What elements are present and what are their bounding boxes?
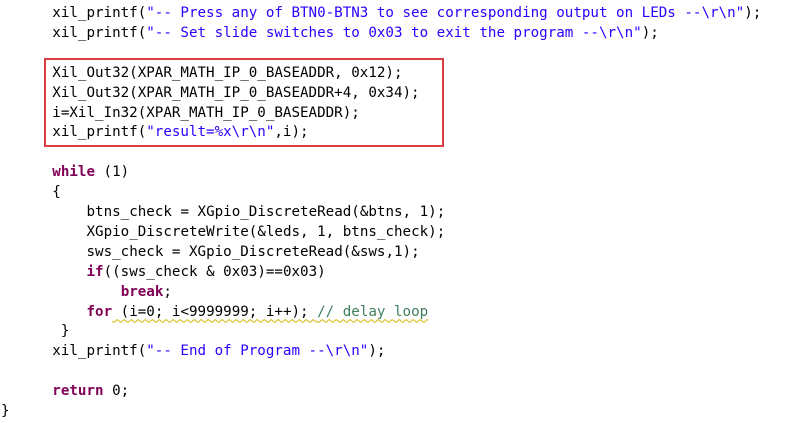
keyword-token: return: [52, 383, 104, 400]
code-token: 0;: [103, 383, 130, 400]
code-token: ((sws_check & 0x03)==0x03): [103, 263, 326, 280]
code-line[interactable]: XGpio_DiscreteWrite(&leds, 1, btns_check…: [87, 222, 446, 242]
code-token: sws_check = XGpio_DiscreteRead(&sws,1);: [86, 243, 420, 260]
code-line[interactable]: break;: [121, 282, 172, 302]
code-token: );: [744, 5, 762, 21]
code-line[interactable]: i=Xil_In32(XPAR_MATH_IP_0_BASEADDR);: [52, 103, 360, 123]
code-line[interactable]: xil_printf("-- Press any of BTN0-BTN3 to…: [52, 3, 761, 23]
code-token: XGpio_DiscreteWrite(&leds, 1, btns_check…: [86, 223, 446, 240]
code-line[interactable]: xil_printf("-- End of Program --\r\n");: [52, 341, 385, 361]
keyword-token: while: [52, 164, 96, 181]
code-line[interactable]: if((sws_check & 0x03)==0x03): [87, 262, 326, 282]
code-line[interactable]: btns_check = XGpio_DiscreteRead(&btns, 1…: [87, 202, 446, 222]
code-line[interactable]: }: [1, 401, 10, 421]
code-token: btns_check = XGpio_DiscreteRead(&btns, 1…: [86, 204, 446, 220]
code-token: xil_printf(: [52, 5, 147, 21]
code-editor[interactable]: xil_printf("-- Press any of BTN0-BTN3 to…: [0, 0, 802, 423]
code-token: xil_printf(: [52, 343, 147, 360]
code-line[interactable]: for (i=0; i<9999999; i++); // delay loop: [87, 302, 429, 322]
keyword-token: break: [120, 283, 164, 300]
code-token: }: [1, 403, 10, 419]
code-line[interactable]: {: [52, 182, 61, 202]
code-token: (i=0; i<9999999; i++);: [112, 303, 318, 320]
code-token: }: [60, 323, 70, 340]
keyword-token: for: [86, 303, 113, 320]
code-token: xil_printf(: [52, 124, 147, 141]
code-line[interactable]: xil_printf("result=%x\r\n",i);: [52, 122, 308, 142]
code-token: Xil_Out32(XPAR_MATH_IP_0_BASEADDR+4, 0x3…: [52, 84, 420, 101]
string-token: "-- End of Program --\r\n": [146, 343, 369, 360]
string-token: "-- Set slide switches to 0x03 to exit t…: [146, 24, 642, 41]
code-line[interactable]: return 0;: [52, 381, 129, 401]
string-token: "result=%x\r\n": [146, 124, 275, 141]
code-token: {: [52, 184, 61, 201]
code-token: i=Xil_In32(XPAR_MATH_IP_0_BASEADDR);: [52, 104, 360, 121]
code-token: xil_printf(: [52, 24, 147, 41]
code-token: );: [641, 24, 659, 41]
code-token: ;: [163, 283, 172, 300]
code-line[interactable]: Xil_Out32(XPAR_MATH_IP_0_BASEADDR+4, 0x3…: [52, 83, 419, 103]
code-line[interactable]: xil_printf("-- Set slide switches to 0x0…: [52, 23, 658, 43]
code-token: (1): [95, 164, 130, 181]
comment-token: // delay loop: [317, 303, 429, 320]
keyword-token: if: [86, 263, 104, 280]
code-token: );: [368, 343, 386, 360]
code-line[interactable]: while (1): [52, 162, 129, 182]
code-line[interactable]: }: [61, 321, 70, 341]
code-token: Xil_Out32(XPAR_MATH_IP_0_BASEADDR, 0x12)…: [52, 64, 403, 81]
code-token: ,i);: [274, 124, 309, 141]
code-line[interactable]: sws_check = XGpio_DiscreteRead(&sws,1);: [87, 242, 420, 262]
code-line[interactable]: Xil_Out32(XPAR_MATH_IP_0_BASEADDR, 0x12)…: [52, 63, 402, 83]
string-token: "-- Press any of BTN0-BTN3 to see corres…: [146, 5, 745, 21]
